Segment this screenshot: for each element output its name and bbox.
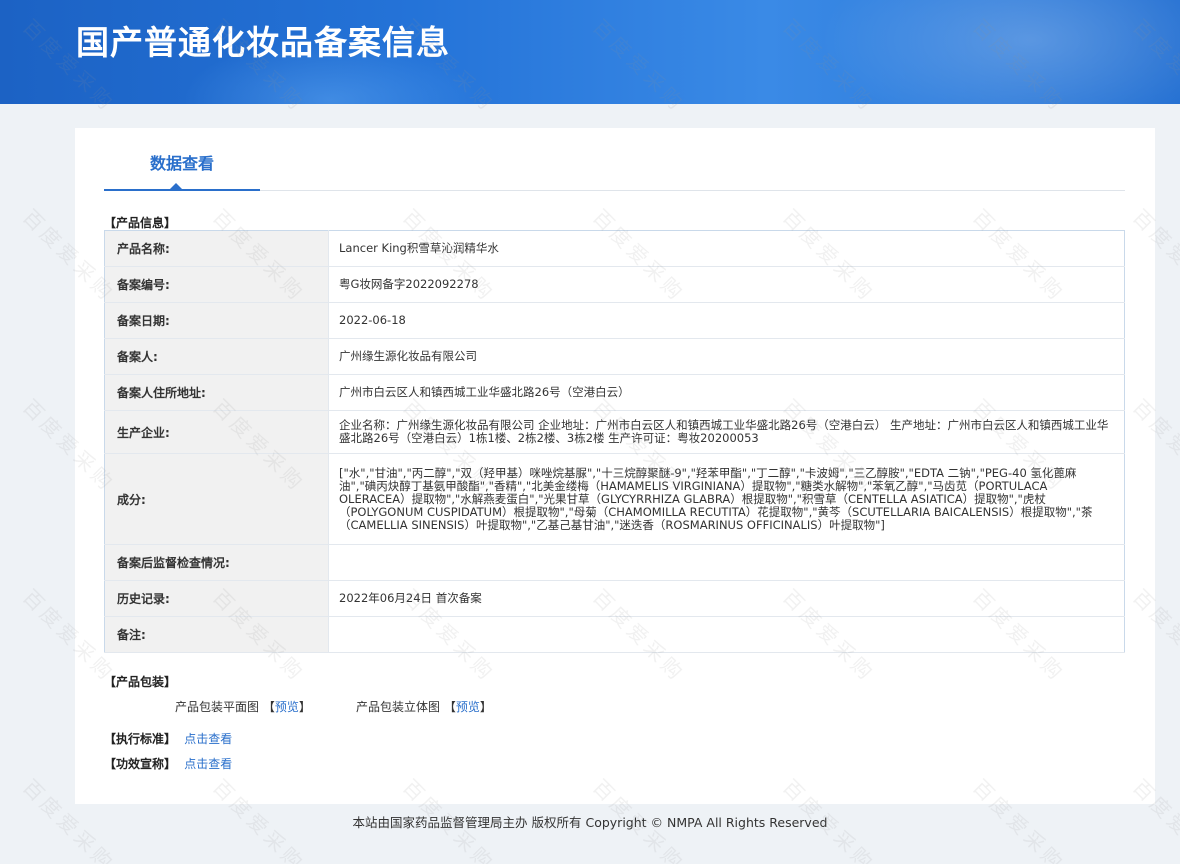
tab-bar: 数据查看 xyxy=(104,148,1125,191)
row-label: 备案编号: xyxy=(104,266,329,303)
table-row: 备案人住所地址: 广州市白云区人和镇西城工业华盛北路26号（空港白云） xyxy=(104,374,1125,411)
bracket-open: 【 xyxy=(443,700,456,714)
standard-view-link[interactable]: 点击查看 xyxy=(184,732,232,746)
row-label: 备案日期: xyxy=(104,302,329,339)
row-label: 备案人: xyxy=(104,338,329,375)
row-label: 产品名称: xyxy=(104,230,329,267)
header-banner: 国产普通化妆品备案信息 xyxy=(0,0,1180,104)
table-row: 备案人: 广州缘生源化妆品有限公司 xyxy=(104,338,1125,375)
section-product-info: 【产品信息】 xyxy=(104,216,177,230)
row-value: Lancer King积雪草沁润精华水 xyxy=(328,230,1125,267)
bracket-close: 】 xyxy=(298,700,311,714)
row-label: 备案人住所地址: xyxy=(104,374,329,411)
row-value xyxy=(328,616,1125,653)
table-row: 备注: xyxy=(104,616,1125,653)
row-label: 备注: xyxy=(104,616,329,653)
banner-glow xyxy=(820,0,1180,104)
row-value xyxy=(328,544,1125,581)
product-info-table: 产品名称: Lancer King积雪草沁润精华水 备案编号: 粤G妆网备字20… xyxy=(104,230,1125,653)
section-efficacy: 【功效宣称】 点击查看 xyxy=(104,755,232,772)
standard-label: 【执行标准】 xyxy=(104,732,177,746)
preview-solid-link[interactable]: 预览 xyxy=(456,700,480,714)
efficacy-label: 【功效宣称】 xyxy=(104,757,177,771)
footer-copyright: 本站由国家药品监督管理局主办 版权所有 Copyright © NMPA All… xyxy=(352,815,828,830)
table-row: 成分: ["水","甘油","丙二醇","双（羟甲基）咪唑烷基脲","十三烷醇聚… xyxy=(104,453,1125,545)
table-row: 备案后监督检查情况: xyxy=(104,544,1125,581)
row-value: ["水","甘油","丙二醇","双（羟甲基）咪唑烷基脲","十三烷醇聚醚-9"… xyxy=(328,453,1125,545)
row-value: 广州缘生源化妆品有限公司 xyxy=(328,338,1125,375)
table-row: 历史记录: 2022年06月24日 首次备案 xyxy=(104,580,1125,617)
tab-label: 数据查看 xyxy=(149,154,214,173)
row-value: 企业名称：广州缘生源化妆品有限公司 企业地址：广州市白云区人和镇西城工业华盛北路… xyxy=(328,410,1125,454)
packaging-solid: 产品包装立体图 【预览】 xyxy=(356,698,492,715)
preview-flat-link[interactable]: 预览 xyxy=(275,700,299,714)
packaging-solid-label: 产品包装立体图 xyxy=(356,700,441,714)
bracket-open: 【 xyxy=(262,700,275,714)
section-standard: 【执行标准】 点击查看 xyxy=(104,730,232,747)
bracket-close: 】 xyxy=(479,700,492,714)
row-label: 备案后监督检查情况: xyxy=(104,544,329,581)
section-packaging: 【产品包装】 xyxy=(104,675,177,689)
efficacy-view-link[interactable]: 点击查看 xyxy=(184,757,232,771)
row-value: 广州市白云区人和镇西城工业华盛北路26号（空港白云） xyxy=(328,374,1125,411)
row-label: 生产企业: xyxy=(104,410,329,454)
content-card: 数据查看 【产品信息】 产品名称: Lancer King积雪草沁润精华水 备案… xyxy=(75,128,1155,804)
page-title: 国产普通化妆品备案信息 xyxy=(76,23,450,62)
row-value: 2022-06-18 xyxy=(328,302,1125,339)
table-row: 生产企业: 企业名称：广州缘生源化妆品有限公司 企业地址：广州市白云区人和镇西城… xyxy=(104,410,1125,454)
row-label: 历史记录: xyxy=(104,580,329,617)
row-value: 粤G妆网备字2022092278 xyxy=(328,266,1125,303)
table-row: 产品名称: Lancer King积雪草沁润精华水 xyxy=(104,230,1125,267)
tab-caret-icon xyxy=(170,183,182,189)
row-label: 成分: xyxy=(104,453,329,545)
packaging-flat: 产品包装平面图 【预览】 xyxy=(175,698,311,715)
row-value: 2022年06月24日 首次备案 xyxy=(328,580,1125,617)
packaging-flat-label: 产品包装平面图 xyxy=(175,700,260,714)
table-row: 备案编号: 粤G妆网备字2022092278 xyxy=(104,266,1125,303)
tab-data-view[interactable]: 数据查看 xyxy=(104,148,260,191)
table-row: 备案日期: 2022-06-18 xyxy=(104,302,1125,339)
